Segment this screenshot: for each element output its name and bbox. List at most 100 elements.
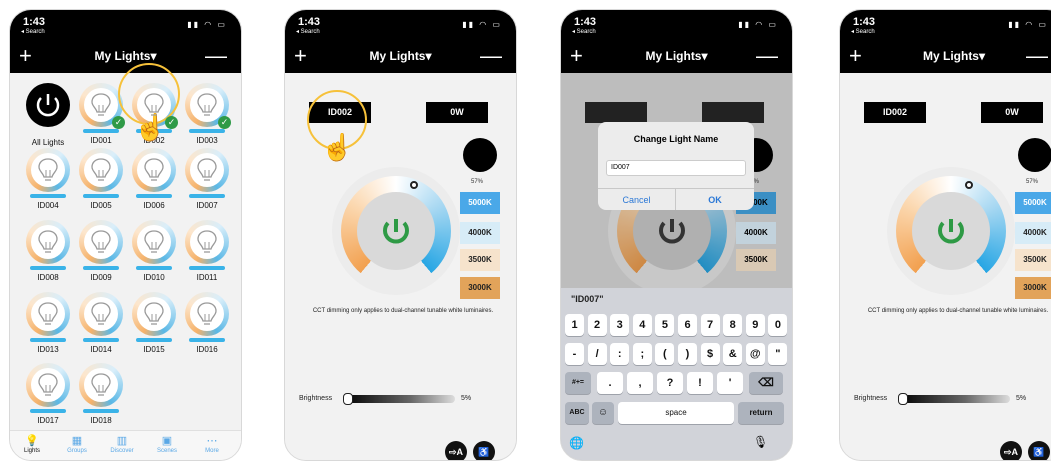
tab-scenes[interactable]: ▣ Scenes: [147, 434, 187, 454]
signal-wifi-battery-icon: ▮▮ ◠ ▭: [1008, 20, 1048, 29]
cct-note: CCT dimming only applies to dual-channel…: [867, 308, 1049, 314]
cct-dial[interactable]: [332, 167, 460, 295]
light-tile[interactable]: ID018: [76, 363, 126, 425]
digit-key[interactable]: 6: [678, 314, 697, 336]
digit-key[interactable]: 5: [655, 314, 675, 336]
tab-discover[interactable]: ▥ Discover: [102, 434, 142, 454]
all-lights-tile[interactable]: All Lights: [23, 83, 73, 147]
punctuation-key[interactable]: ,: [627, 372, 653, 394]
emoji-key[interactable]: ☺: [592, 402, 614, 424]
remove-button[interactable]: —: [756, 43, 778, 69]
brightness-slider[interactable]: [898, 395, 1010, 403]
symbol-key[interactable]: @: [745, 343, 765, 365]
accessibility-a-icon[interactable]: ⇨A: [445, 441, 467, 460]
back-to-search[interactable]: ◂ Search: [296, 28, 320, 35]
power-icon: [383, 219, 409, 244]
symbol-key[interactable]: ;: [632, 343, 652, 365]
back-to-search[interactable]: ◂ Search: [851, 28, 875, 35]
light-name-box[interactable]: ID002: [864, 102, 926, 123]
light-tile[interactable]: ID005: [76, 148, 126, 210]
name-input[interactable]: ID007: [606, 160, 746, 176]
light-label: ID007: [196, 201, 218, 210]
light-tile[interactable]: ID013: [23, 292, 73, 354]
cct-3000k-button[interactable]: 3000K: [1015, 277, 1051, 299]
abc-key[interactable]: ABC: [565, 402, 589, 424]
digit-key[interactable]: 8: [723, 314, 743, 336]
tab-lights[interactable]: 💡 Lights: [12, 434, 52, 454]
punctuation-key[interactable]: !: [687, 372, 713, 394]
digit-key[interactable]: 3: [610, 314, 630, 336]
nav-title-dropdown[interactable]: My Lights▾: [840, 49, 1051, 63]
symbol-key[interactable]: /: [587, 343, 607, 365]
accessibility-person-icon[interactable]: ♿: [1028, 441, 1050, 460]
symbol-key[interactable]: $: [700, 343, 720, 365]
brightness-slider[interactable]: [343, 395, 455, 403]
delete-key[interactable]: ⌫: [749, 372, 783, 394]
globe-icon[interactable]: 🌐: [569, 436, 584, 450]
status-time: 1:43: [298, 16, 321, 28]
back-to-search[interactable]: ◂ Search: [572, 28, 596, 35]
cct-knob[interactable]: [410, 181, 418, 189]
punctuation-key[interactable]: .: [597, 372, 623, 394]
lightbulb-icon: [79, 363, 123, 407]
punctuation-key[interactable]: ': [717, 372, 743, 394]
power-toggle[interactable]: [912, 192, 990, 270]
light-tile[interactable]: ID007: [182, 148, 232, 210]
light-tile[interactable]: ID004: [23, 148, 73, 210]
cct-3500k-button[interactable]: 3500K: [460, 249, 500, 271]
punctuation-key[interactable]: ?: [657, 372, 683, 394]
symbols-key[interactable]: #+=: [565, 372, 591, 394]
cct-5000k-button[interactable]: 5000K: [460, 192, 500, 214]
accessibility-person-icon[interactable]: ♿: [473, 441, 495, 460]
space-key[interactable]: space: [618, 402, 734, 424]
cct-dial[interactable]: [887, 167, 1015, 295]
signal-wifi-battery-icon: ▮▮ ◠ ▭: [187, 20, 227, 29]
light-level-bar: [30, 266, 66, 270]
digit-key[interactable]: 7: [700, 314, 720, 336]
cct-3500k-button[interactable]: 3500K: [1015, 249, 1051, 271]
ok-button[interactable]: OK: [676, 188, 754, 210]
cct-note: CCT dimming only applies to dual-channel…: [312, 308, 494, 314]
cancel-button[interactable]: Cancel: [598, 188, 676, 210]
digit-key[interactable]: 1: [565, 314, 584, 336]
symbol-key[interactable]: ": [768, 343, 788, 365]
brightness-knob[interactable]: [343, 393, 353, 405]
digit-key[interactable]: 4: [632, 314, 652, 336]
light-tile[interactable]: ID010: [129, 220, 179, 282]
cct-5000k-button[interactable]: 5000K: [1015, 192, 1051, 214]
light-tile[interactable]: ID011: [182, 220, 232, 282]
cct-knob[interactable]: [965, 181, 973, 189]
digit-key[interactable]: 2: [587, 314, 607, 336]
symbol-key[interactable]: (: [655, 343, 675, 365]
light-tile[interactable]: ✓ ID003: [182, 83, 232, 145]
tab-more[interactable]: ⋯ More: [192, 434, 232, 454]
remove-button[interactable]: —: [205, 43, 227, 69]
digit-key[interactable]: 0: [768, 314, 788, 336]
digit-key[interactable]: 9: [745, 314, 765, 336]
light-tile[interactable]: ID017: [23, 363, 73, 425]
back-to-search[interactable]: ◂ Search: [21, 28, 45, 35]
light-label: ID010: [143, 273, 165, 282]
microphone-icon[interactable]: 🎙: [753, 435, 768, 449]
light-tile[interactable]: ID015: [129, 292, 179, 354]
remove-button[interactable]: —: [1026, 43, 1048, 69]
light-tile[interactable]: ID014: [76, 292, 126, 354]
power-toggle[interactable]: [357, 192, 435, 270]
symbol-key[interactable]: -: [565, 343, 584, 365]
light-tile[interactable]: ID008: [23, 220, 73, 282]
brightness-knob[interactable]: [898, 393, 908, 405]
tab-groups[interactable]: ▦ Groups: [57, 434, 97, 454]
cct-4000k-button[interactable]: 4000K: [1015, 222, 1051, 244]
light-tile[interactable]: ID006: [129, 148, 179, 210]
return-key[interactable]: return: [738, 402, 784, 424]
light-tile[interactable]: ID009: [76, 220, 126, 282]
symbol-key[interactable]: :: [610, 343, 630, 365]
accessibility-a-icon[interactable]: ⇨A: [1000, 441, 1022, 460]
suggestion-text[interactable]: "ID007": [571, 294, 604, 304]
light-tile[interactable]: ID016: [182, 292, 232, 354]
remove-button[interactable]: —: [480, 43, 502, 69]
cct-3000k-button[interactable]: 3000K: [460, 277, 500, 299]
symbol-key[interactable]: ): [678, 343, 697, 365]
symbol-key[interactable]: &: [723, 343, 743, 365]
cct-4000k-button[interactable]: 4000K: [460, 222, 500, 244]
